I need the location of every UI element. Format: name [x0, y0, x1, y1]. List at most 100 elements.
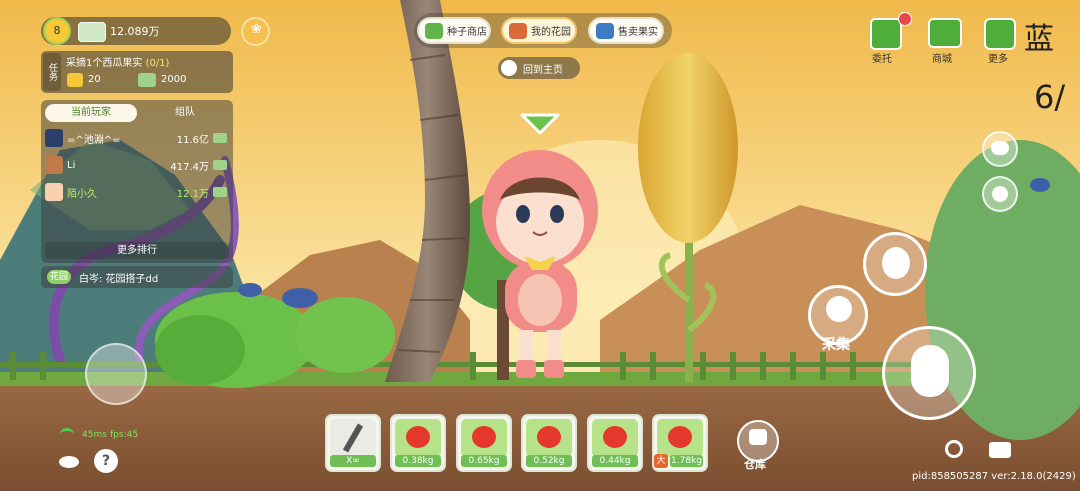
- avatar: [45, 156, 63, 174]
- money-bag-icon: [596, 22, 614, 39]
- more-label: 更多: [988, 54, 1008, 65]
- slot-label: 0.38kg: [395, 455, 441, 467]
- hotbar-slot-tomato[interactable]: 0.38kg: [390, 414, 446, 472]
- chat-button[interactable]: [982, 131, 1018, 167]
- chat-bar[interactable]: 花园 白岑: 花园搭子dd: [41, 266, 233, 288]
- hotbar-slot-shovel[interactable]: X∞: [325, 414, 381, 472]
- smiley-icon: [992, 186, 1008, 202]
- entrust-label: 委托: [872, 54, 892, 65]
- tomato-icon: [406, 426, 430, 448]
- cash-icon: [78, 22, 106, 42]
- task-tag: 任务: [43, 53, 61, 91]
- warehouse-label: 仓库: [744, 458, 766, 471]
- avatar: [45, 183, 63, 201]
- player-name: Li: [67, 159, 76, 171]
- leaderboard-row[interactable]: Li 417.4万: [45, 155, 227, 175]
- big-badge: 大: [654, 454, 668, 468]
- shop-icon: [425, 22, 443, 39]
- wifi-icon: [60, 428, 74, 441]
- eye-icon: [59, 456, 79, 468]
- sell-fruit-button[interactable]: 售卖果实: [588, 17, 664, 44]
- entrust-button[interactable]: 委托: [870, 12, 912, 65]
- player-name: =^池淵^=: [67, 134, 121, 146]
- corner-title: 蓝: [1024, 22, 1054, 57]
- corner-count: 6/: [1034, 78, 1066, 116]
- action-button[interactable]: [863, 232, 927, 296]
- ping-label: 45ms: [82, 430, 107, 440]
- hotbar-slot-tomato[interactable]: 1.78kg 大: [652, 414, 708, 472]
- coin-amount: 12.089万: [110, 25, 160, 38]
- compass-icon: [501, 60, 517, 76]
- player-value: 12.1万: [176, 188, 209, 200]
- help-button[interactable]: ?: [94, 449, 118, 473]
- star-icon: [67, 73, 83, 87]
- tab-current-players[interactable]: 当前玩家: [45, 104, 137, 122]
- settings-button[interactable]: [943, 438, 967, 462]
- movement-joystick[interactable]: [85, 343, 147, 405]
- hotbar-slot-tomato[interactable]: 0.44kg: [587, 414, 643, 472]
- shop-label: 商城: [932, 54, 952, 65]
- sell-fruit-label: 售卖果实: [618, 27, 658, 38]
- my-garden-label: 我的花园: [531, 27, 571, 38]
- speech-bubble-icon: [991, 141, 1009, 155]
- back-home-label: 回到主页: [523, 64, 563, 76]
- emote-button[interactable]: [982, 176, 1018, 212]
- leaderboard-row[interactable]: =^池淵^= 11.6亿: [45, 128, 227, 148]
- hotbar-slot-tomato[interactable]: 0.65kg: [456, 414, 512, 472]
- question-icon: ?: [101, 453, 111, 469]
- task-title: 采摘1个西瓜果实: [66, 58, 143, 69]
- camera-icon: [989, 442, 1011, 458]
- cash-icon: [213, 160, 227, 170]
- back-home-button[interactable]: 回到主页: [498, 57, 580, 79]
- wheat-button[interactable]: ❀: [241, 17, 270, 46]
- reward-cash: 2000: [161, 74, 187, 85]
- leaderboard-panel: 当前玩家 组队 =^池淵^= 11.6亿 Li 417.4万 陌小久 12.1万…: [41, 100, 233, 263]
- clipboard-icon: [870, 18, 902, 50]
- slot-label: 0.52kg: [526, 455, 572, 467]
- level-badge[interactable]: 8: [43, 17, 71, 45]
- grid-icon: [984, 18, 1016, 50]
- aperture-icon: [945, 440, 963, 458]
- my-garden-button[interactable]: 我的花园: [501, 17, 577, 44]
- slot-label: 1.78kg: [670, 455, 703, 467]
- seed-shop-button[interactable]: 种子商店: [417, 17, 491, 44]
- slot-label: 0.65kg: [461, 455, 507, 467]
- warehouse-icon: [749, 429, 767, 445]
- slot-label: 0.44kg: [592, 455, 638, 467]
- leaderboard-row-self[interactable]: 陌小久 12.1万: [45, 182, 227, 202]
- tab-team[interactable]: 组队: [141, 104, 229, 122]
- build-info: pid:858505287 ver:2.18.0(2429): [912, 471, 1076, 482]
- tomato-icon: [668, 426, 692, 448]
- more-ranking-button[interactable]: 更多排行: [45, 242, 229, 259]
- task-progress: (0/1): [145, 58, 170, 69]
- seed-shop-label: 种子商店: [447, 27, 487, 38]
- player-name: 陌小久: [67, 188, 97, 200]
- reward-stars: 20: [88, 74, 101, 85]
- harvest-label: 采集: [822, 337, 850, 353]
- slot-label: X∞: [330, 455, 376, 467]
- harvest-hand-icon: [826, 296, 852, 322]
- hotbar-slot-tomato[interactable]: 0.52kg: [521, 414, 577, 472]
- shovel-icon: [342, 423, 364, 453]
- house-icon: [509, 22, 527, 39]
- notification-badge: [898, 12, 912, 26]
- camera-button[interactable]: [988, 438, 1012, 462]
- tomato-icon: [537, 426, 561, 448]
- wheat-icon: ❀: [251, 22, 262, 37]
- more-button[interactable]: 更多: [984, 18, 1018, 65]
- spin-action-icon: [882, 247, 910, 279]
- jump-button[interactable]: [882, 326, 976, 420]
- cash-icon: [213, 187, 227, 197]
- cash-icon: [213, 133, 227, 143]
- cart-icon: [928, 18, 962, 48]
- eye-button[interactable]: [57, 450, 81, 474]
- player-value: 417.4万: [170, 161, 209, 173]
- shop-button[interactable]: 商城: [928, 18, 962, 65]
- chat-message: 白岑: 花园搭子dd: [79, 274, 159, 285]
- tomato-icon: [603, 426, 627, 448]
- tomato-icon: [472, 426, 496, 448]
- player-value: 11.6亿: [176, 134, 209, 146]
- fps-label: fps:45: [110, 430, 139, 440]
- task-panel[interactable]: 任务 采摘1个西瓜果实 (0/1) 20 2000: [41, 51, 233, 93]
- chat-channel-tag: 花园: [47, 270, 71, 284]
